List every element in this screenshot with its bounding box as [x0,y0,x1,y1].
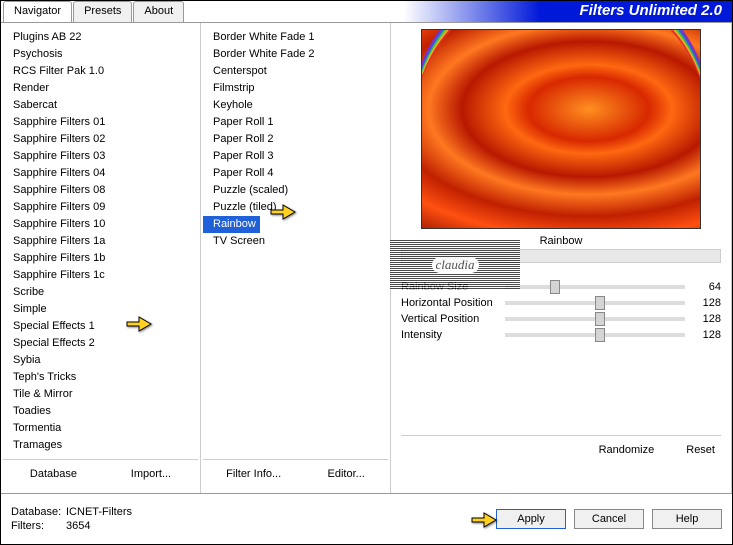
slider-horizontal-position[interactable]: Horizontal Position 128 [401,297,721,309]
slider-thumb[interactable] [595,328,605,342]
tab-about[interactable]: About [133,1,184,22]
tab-bar: Navigator Presets About [1,1,185,22]
list-item[interactable]: Sapphire Filters 1c [3,267,198,284]
header: Navigator Presets About Filters Unlimite… [1,1,732,23]
slider-value: 128 [691,297,721,309]
progress-bar [401,249,721,263]
slider-track[interactable] [505,301,685,305]
list-item[interactable]: Special Effects 2 [3,335,198,352]
list-item[interactable]: Sybia [3,352,198,369]
slider-label: Intensity [401,329,499,341]
editor-button[interactable]: Editor... [322,466,371,482]
slider-label: Rainbow Size [401,281,499,293]
list-item[interactable]: Sapphire Filters 1a [3,233,198,250]
main-area: Plugins AB 22PsychosisRCS Filter Pak 1.0… [1,23,732,493]
list-item[interactable]: Render [3,80,198,97]
help-button[interactable]: Help [652,509,722,529]
list-item[interactable]: Puzzle (scaled) [203,182,388,199]
reset-button[interactable]: Reset [680,442,721,458]
list-item[interactable]: Filmstrip [203,80,388,97]
slider-rainbow-size[interactable]: Rainbow Size 64 [401,281,721,293]
list-item[interactable]: Paper Roll 1 [203,114,388,131]
preview-label: Rainbow [401,235,721,247]
preview-image [421,29,701,229]
app-title: Filters Unlimited 2.0 [185,1,732,22]
list-item[interactable]: Tormentia [3,420,198,437]
list-item[interactable]: Plugins AB 22 [3,29,198,46]
list-item[interactable]: Tramages [3,437,198,454]
list-item[interactable]: Teph's Tricks [3,369,198,386]
slider-label: Horizontal Position [401,297,499,309]
list-item[interactable]: Sapphire Filters 09 [3,199,198,216]
slider-vertical-position[interactable]: Vertical Position 128 [401,313,721,325]
list-item[interactable]: Toadies [3,403,198,420]
slider-thumb[interactable] [595,312,605,326]
cancel-button[interactable]: Cancel [574,509,644,529]
tab-presets[interactable]: Presets [73,1,132,22]
list-item[interactable]: Border White Fade 1 [203,29,388,46]
slider-value: 64 [691,281,721,293]
list-item[interactable]: Sapphire Filters 10 [3,216,198,233]
apply-button[interactable]: Apply [496,509,566,529]
slider-track[interactable] [505,317,685,321]
list-item[interactable]: Psychosis [3,46,198,63]
list-item[interactable]: Sapphire Filters 02 [3,131,198,148]
list-item[interactable]: Rainbow [203,216,260,233]
list-item[interactable]: Scribe [3,284,198,301]
database-button[interactable]: Database [24,466,83,482]
list-item[interactable]: Centerspot [203,63,388,80]
slider-track[interactable] [505,285,685,289]
list-item[interactable]: Sapphire Filters 1b [3,250,198,267]
list-item[interactable]: Paper Roll 2 [203,131,388,148]
slider-intensity[interactable]: Intensity 128 [401,329,721,341]
filter-panel: Border White Fade 1Border White Fade 2Ce… [201,23,391,493]
list-item[interactable]: Keyhole [203,97,388,114]
pointer-icon [470,507,498,529]
slider-track[interactable] [505,333,685,337]
list-item[interactable]: Sapphire Filters 03 [3,148,198,165]
list-item[interactable]: Paper Roll 3 [203,148,388,165]
slider-value: 128 [691,329,721,341]
list-item[interactable]: Special Effects 1 [3,318,198,335]
list-item[interactable]: Sabercat [3,97,198,114]
category-list[interactable]: Plugins AB 22PsychosisRCS Filter Pak 1.0… [3,29,198,459]
slider-thumb[interactable] [550,280,560,294]
slider-thumb[interactable] [595,296,605,310]
filterinfo-button[interactable]: Filter Info... [220,466,287,482]
filter-list[interactable]: Border White Fade 1Border White Fade 2Ce… [203,29,388,459]
import-button[interactable]: Import... [125,466,177,482]
list-item[interactable]: Sapphire Filters 04 [3,165,198,182]
slider-label: Vertical Position [401,313,499,325]
category-panel: Plugins AB 22PsychosisRCS Filter Pak 1.0… [1,23,201,493]
list-item[interactable]: Border White Fade 2 [203,46,388,63]
status-text: Database:ICNET-Filters Filters:3654 [11,505,132,533]
randomize-button[interactable]: Randomize [593,442,661,458]
list-item[interactable]: RCS Filter Pak 1.0 [3,63,198,80]
list-item[interactable]: Sapphire Filters 08 [3,182,198,199]
list-item[interactable]: Paper Roll 4 [203,165,388,182]
slider-value: 128 [691,313,721,325]
list-item[interactable]: TV Screen [203,233,388,250]
list-item[interactable]: Tile & Mirror [3,386,198,403]
list-item[interactable]: Simple [3,301,198,318]
list-item[interactable]: Sapphire Filters 01 [3,114,198,131]
list-item[interactable]: Puzzle (tiled) [203,199,388,216]
footer: Database:ICNET-Filters Filters:3654 Appl… [1,493,732,543]
tab-navigator[interactable]: Navigator [3,1,72,22]
preview-panel: Rainbow Rainbow Size 64 Horizontal Posit… [391,23,732,493]
